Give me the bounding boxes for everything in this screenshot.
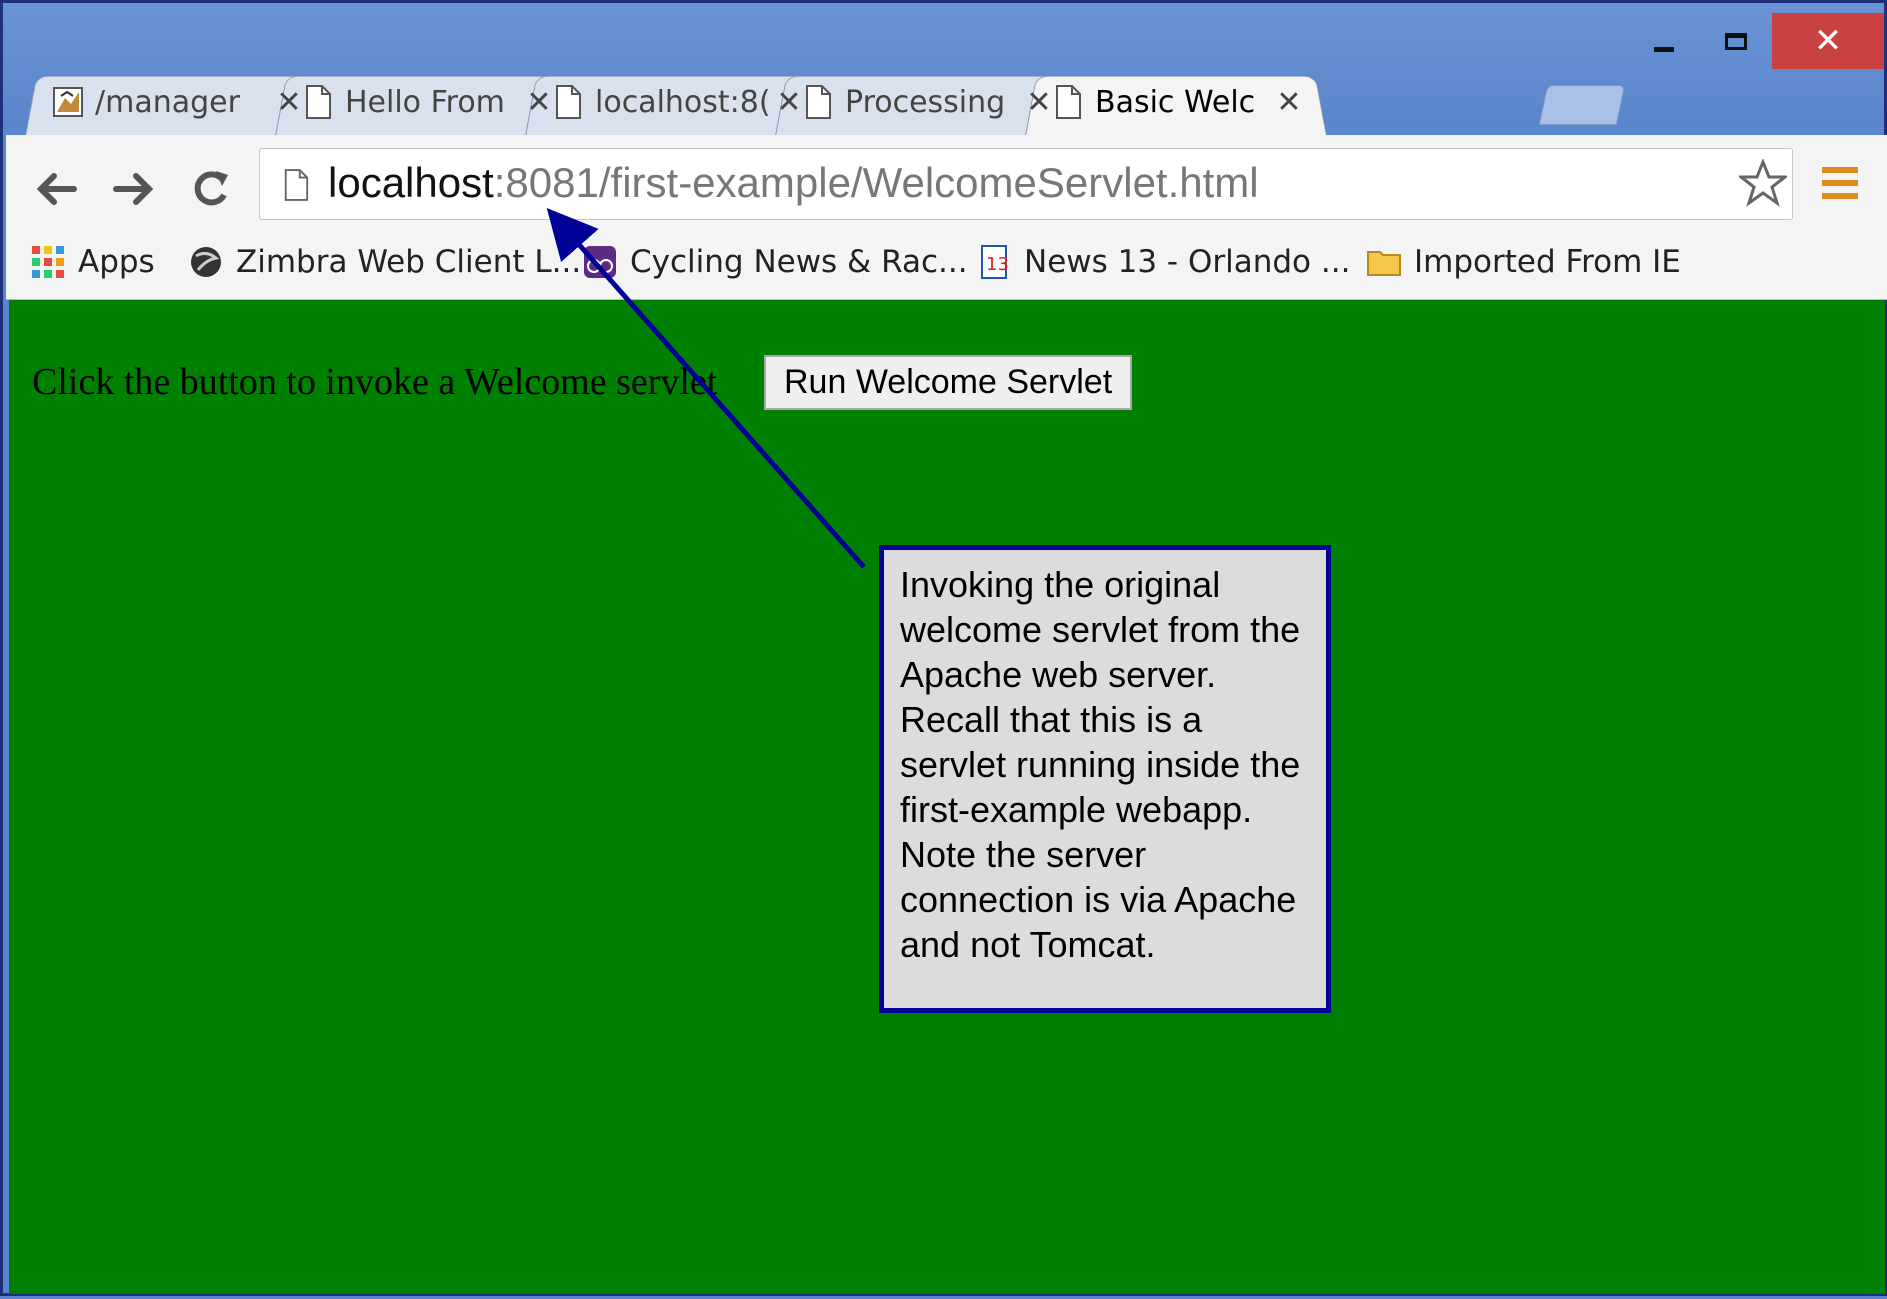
cycling-icon (584, 246, 616, 278)
page-icon (1056, 85, 1081, 119)
bookmark-folder-imported[interactable]: Imported From IE (1366, 229, 1681, 295)
page-icon (306, 85, 331, 119)
bookmark-apps[interactable]: Apps (30, 229, 155, 295)
folder-icon (1367, 251, 1401, 276)
close-icon: ✕ (1813, 21, 1843, 61)
reload-button[interactable] (184, 161, 240, 217)
back-button[interactable] (28, 161, 84, 217)
bookmark-label: Imported From IE (1414, 244, 1681, 280)
window-controls: ✕ (1628, 13, 1884, 69)
reload-icon (194, 171, 228, 206)
bookmark-label: Apps (78, 244, 155, 280)
minimize-button[interactable] (1628, 13, 1700, 69)
run-welcome-servlet-button[interactable]: Run Welcome Servlet (764, 355, 1133, 410)
minimize-icon (1654, 46, 1674, 52)
browser-toolbar: localhost:8081/first-example/WelcomeServ… (6, 135, 1887, 300)
annotation-callout: Invoking the original welcome servlet fr… (879, 545, 1331, 1013)
url-path: :8081/first-example/WelcomeServlet.html (493, 159, 1259, 206)
forward-button[interactable] (106, 161, 162, 217)
maximize-button[interactable] (1700, 13, 1772, 69)
bookmark-star-icon[interactable] (1739, 159, 1787, 207)
page-icon (806, 85, 831, 119)
maximize-icon (1725, 32, 1747, 50)
bookmark-zimbra[interactable]: Zimbra Web Client L... (188, 229, 581, 295)
tomcat-favicon (53, 87, 83, 117)
back-arrow-icon (36, 173, 77, 205)
tab-title: localhost:8( (595, 84, 769, 120)
page-prompt-text: Click the button to invoke a Welcome ser… (32, 361, 718, 403)
address-bar[interactable]: localhost:8081/first-example/WelcomeServ… (259, 148, 1793, 220)
bookmark-news13[interactable]: 13 News 13 - Orlando ... (976, 229, 1350, 295)
bookmark-cycling-news[interactable]: Cycling News & Rac... (582, 229, 968, 295)
zimbra-icon (191, 247, 221, 277)
tab-localhost[interactable]: localhost:8( ✕ (525, 69, 815, 135)
tab-title: /manager (95, 84, 240, 120)
tab-manager[interactable]: /manager ✕ (25, 69, 315, 135)
tab-title: Basic Welc (1095, 84, 1256, 120)
bookmark-label: Zimbra Web Client L... (236, 244, 582, 280)
forward-arrow-icon (113, 173, 154, 205)
page-icon (556, 85, 581, 119)
url-text: localhost:8081/first-example/WelcomeServ… (328, 159, 1259, 207)
new-tab-button[interactable] (1538, 85, 1626, 125)
close-window-button[interactable]: ✕ (1772, 13, 1884, 69)
tab-processing[interactable]: Processing ✕ (775, 69, 1065, 135)
tab-title: Hello From (345, 84, 505, 120)
menu-icon[interactable] (1820, 163, 1860, 203)
tab-title: Processing (845, 84, 1006, 120)
svg-text:13: 13 (986, 254, 1009, 275)
tab-hello-from[interactable]: Hello From ✕ (275, 69, 565, 135)
bookmark-label: Cycling News & Rac... (630, 244, 968, 280)
bookmarks-bar: Apps Zimbra Web Client L... Cycling News… (6, 229, 1887, 295)
tab-close-icon[interactable]: ✕ (1269, 85, 1309, 120)
bookmark-label: News 13 - Orlando ... (1024, 244, 1351, 280)
url-host: localhost (328, 159, 494, 206)
browser-window: ✕ /manager ✕ Hello From ✕ localhost:8(✕… (0, 0, 1887, 1296)
apps-grid-icon (32, 246, 64, 278)
tab-basic-welcome-active[interactable]: Basic Welc ✕ (1025, 69, 1315, 135)
page-icon (284, 169, 309, 201)
news-icon: 13 (981, 245, 1009, 279)
